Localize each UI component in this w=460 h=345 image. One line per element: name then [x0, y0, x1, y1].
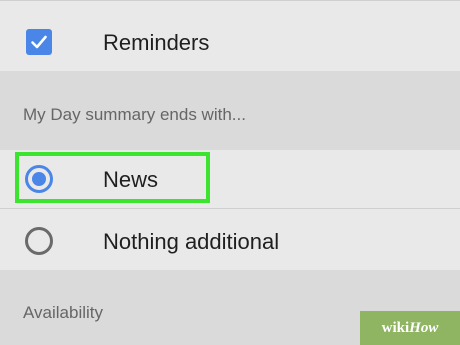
watermark-logo: wiki How	[360, 311, 460, 345]
reminders-label: Reminders	[103, 30, 210, 55]
radio-unselected-icon[interactable]	[25, 227, 53, 255]
checkbox-checked-icon[interactable]	[26, 29, 52, 55]
watermark-suffix: How	[409, 319, 439, 336]
option-nothing-additional-label: Nothing additional	[103, 229, 280, 254]
highlight-box	[15, 152, 210, 203]
watermark-prefix: wiki	[381, 319, 410, 336]
reminders-row[interactable]: Reminders	[0, 1, 460, 71]
my-day-section-header: My Day summary ends with...	[0, 71, 460, 150]
my-day-section-title: My Day summary ends with...	[23, 105, 246, 124]
option-nothing-additional-row[interactable]: Nothing additional	[0, 209, 460, 270]
availability-section-title: Availability	[23, 303, 104, 322]
checkmark-icon	[31, 35, 47, 49]
